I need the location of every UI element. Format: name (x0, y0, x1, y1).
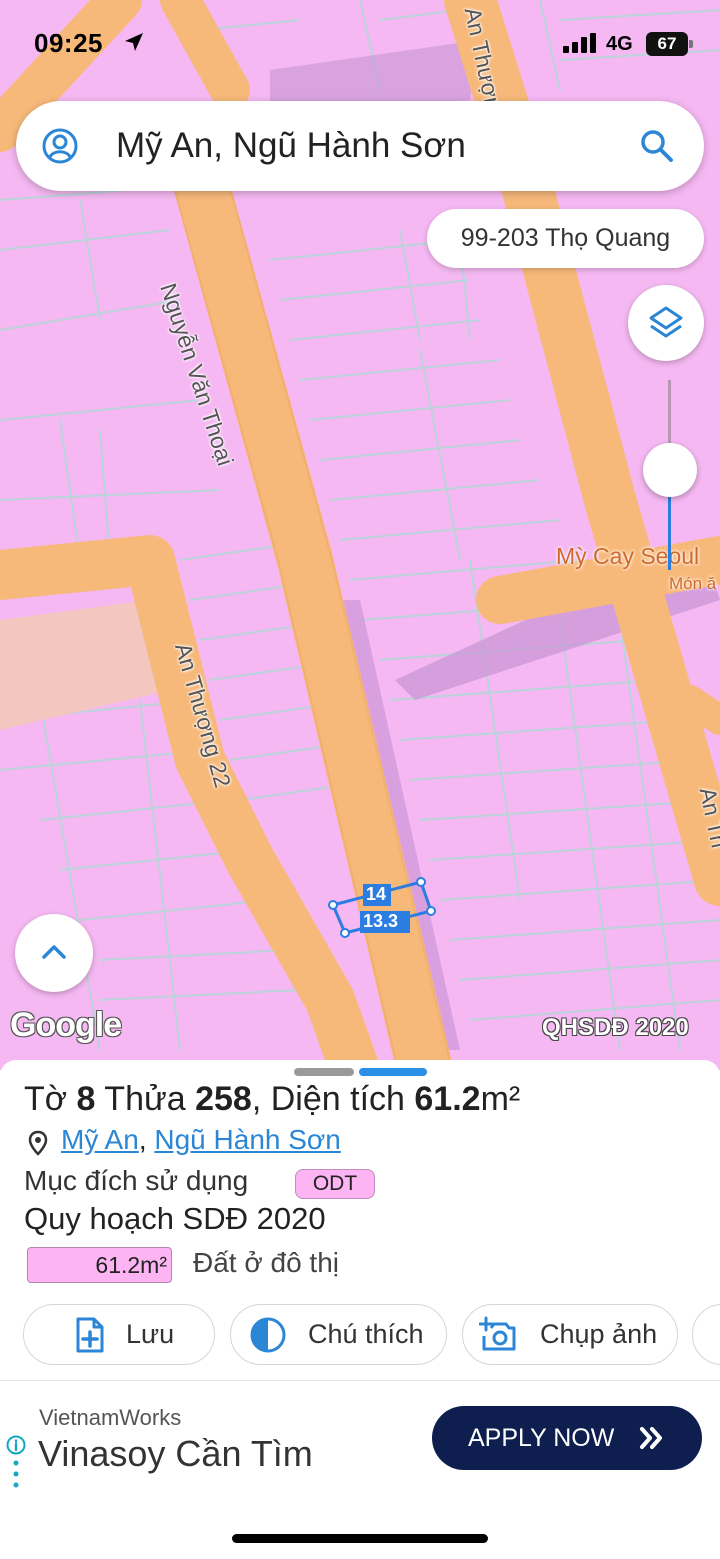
purpose-code-badge[interactable]: ODT (295, 1169, 375, 1199)
expand-up-button[interactable] (15, 914, 93, 992)
home-indicator[interactable] (232, 1534, 488, 1543)
account-icon[interactable] (42, 128, 78, 164)
address-chip[interactable]: 99-203 Thọ Quang (427, 209, 704, 268)
ad-brand: VietnamWorks (39, 1405, 182, 1430)
signal-icon (563, 33, 596, 53)
land-use-label: Đất ở đô thị (193, 1247, 339, 1278)
poi-sublabel: Món ă (669, 574, 717, 593)
double-chevron-right-icon (640, 1427, 662, 1449)
network-type: 4G (606, 33, 633, 55)
parcel-edge-label-bottom: 13.3 (363, 911, 399, 931)
planning-title: Quy hoạch SDĐ 2020 (24, 1201, 326, 1236)
apply-now-label: APPLY NOW (468, 1424, 615, 1452)
info-icon[interactable] (6, 1435, 26, 1455)
sheet-handle[interactable] (294, 1068, 354, 1076)
area-label: Diện tích (270, 1080, 405, 1118)
ad-headline[interactable]: Vinasoy Cần Tìm (38, 1433, 313, 1475)
photo-button[interactable]: Chụp ảnh (462, 1304, 678, 1365)
legend-button[interactable]: Chú thích (230, 1304, 447, 1365)
location-pin-icon (28, 1130, 48, 1156)
location-arrow-icon (125, 33, 143, 51)
add-file-icon (76, 1317, 104, 1353)
apply-now-button[interactable]: APPLY NOW (432, 1406, 702, 1470)
google-logo: Google (10, 1006, 122, 1044)
chevron-up-icon (42, 945, 66, 959)
add-camera-icon (479, 1316, 516, 1351)
sheet-label: Tờ (24, 1080, 68, 1118)
ad-banner[interactable]: VietnamWorks Vinasoy Cần Tìm APPLY NOW (0, 1380, 720, 1492)
sheet-handle-active[interactable] (359, 1068, 427, 1076)
layers-button[interactable] (628, 285, 704, 361)
ward-link[interactable]: Mỹ An (61, 1124, 139, 1155)
parcel-number: 258 (195, 1080, 252, 1118)
purpose-label: Mục đích sử dụng (24, 1165, 249, 1196)
status-time: 09:25 (34, 28, 103, 58)
plan-layer-label: QHSDĐ 2020 (542, 1014, 689, 1041)
status-bar: 09:25 4G 67 (0, 0, 720, 90)
battery-icon: 67 (646, 32, 694, 56)
district-link[interactable]: Ngũ Hành Sơn (154, 1124, 340, 1155)
search-bar[interactable]: Mỹ An, Ngũ Hành Sơn (16, 101, 704, 191)
parcel-label: Thửa (104, 1080, 186, 1118)
poi-label[interactable]: Mỳ Cay Seoul (556, 543, 699, 570)
parcel-edge-label-top: 14 (366, 884, 387, 904)
layers-icon (649, 306, 683, 338)
area-unit: m² (480, 1080, 521, 1118)
area-value: 61.2 (414, 1080, 481, 1118)
save-label: Lưu (126, 1319, 175, 1349)
legend-label: Chú thích (308, 1319, 424, 1349)
ad-options-icon[interactable] (13, 1459, 19, 1489)
search-icon[interactable] (639, 128, 675, 164)
contrast-icon (250, 1317, 286, 1353)
save-button[interactable]: Lưu (23, 1304, 215, 1365)
parcel-title: Tờ 8 Thửa 258, Diện tích 61.2m² (24, 1080, 521, 1118)
opacity-slider-thumb[interactable] (643, 443, 697, 497)
plan-area-swatch: 61.2m² (27, 1247, 172, 1283)
sheet-number: 8 (76, 1080, 96, 1118)
search-title[interactable]: Mỹ An, Ngũ Hành Sơn (116, 126, 466, 166)
photo-label: Chụp ảnh (540, 1319, 658, 1349)
battery-level: 67 (646, 32, 688, 56)
